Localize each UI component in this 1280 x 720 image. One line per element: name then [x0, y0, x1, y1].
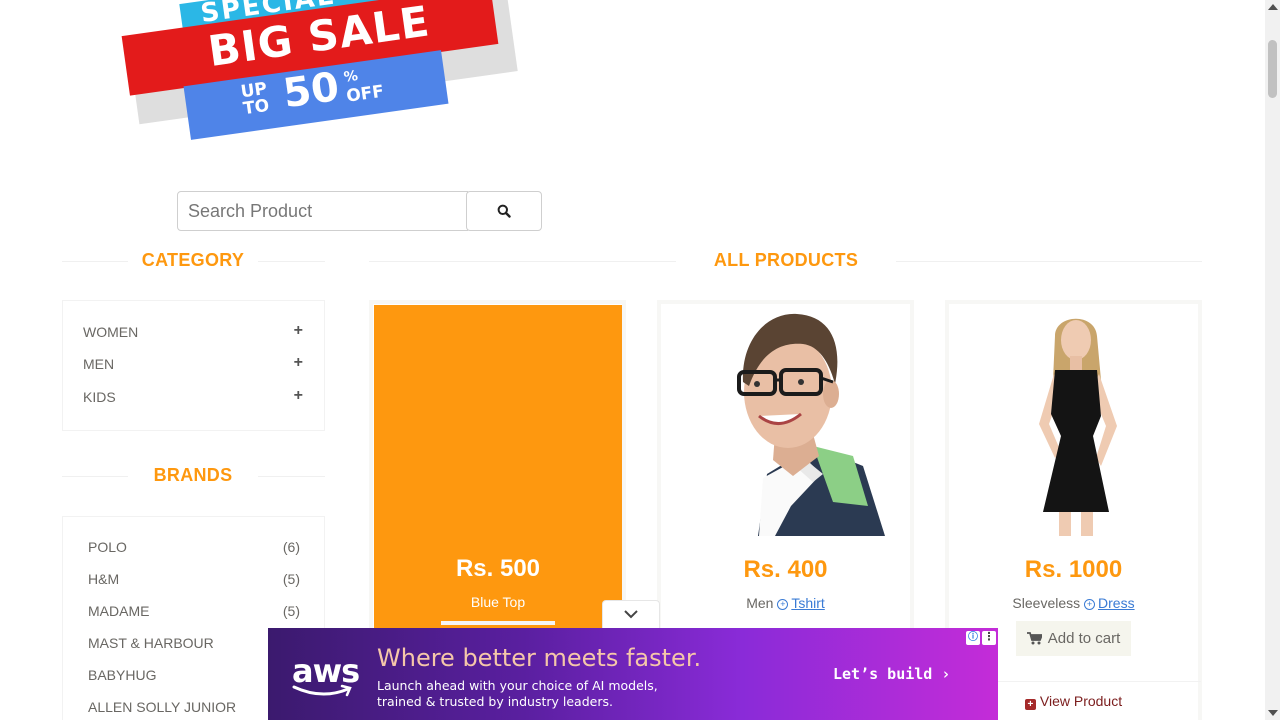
scroll-thumb[interactable] — [1268, 40, 1277, 98]
search-input[interactable] — [177, 191, 468, 231]
brand-count: (6) — [282, 539, 300, 555]
brand-name: BABYHUG — [88, 667, 157, 683]
plus-square-icon: + — [1024, 699, 1036, 710]
ad-subtext: trained & trusted by industry leaders. — [377, 694, 613, 709]
divider — [62, 261, 128, 262]
aws-smile-icon — [292, 684, 352, 697]
sale-banner[interactable]: SPECIAL BIG SALE UPTO 50 %OFF — [110, 0, 520, 140]
search-icon — [497, 204, 511, 218]
brand-madame[interactable]: MADAME (5) — [88, 603, 300, 623]
ad-cta-button[interactable]: Let’s build › — [833, 665, 950, 683]
divider — [258, 261, 325, 262]
product-category-link[interactable]: Tshirt — [791, 595, 824, 611]
divider — [369, 261, 676, 262]
product-name: Sleeveless + Dress — [1012, 595, 1135, 611]
ad-collapse-button[interactable] — [602, 600, 660, 628]
add-to-cart-button[interactable] — [441, 621, 555, 625]
category-label: KIDS — [83, 389, 116, 405]
search-button[interactable] — [466, 191, 542, 231]
category-women[interactable]: WOMEN + — [83, 322, 303, 344]
search-box — [177, 191, 542, 231]
plus-icon[interactable]: + — [294, 322, 303, 340]
scrollbar[interactable] — [1265, 0, 1280, 720]
product-name: Blue Top — [470, 594, 526, 610]
product-price: Rs. 400 — [743, 556, 828, 583]
brand-name: POLO — [88, 539, 127, 555]
brand-name: H&M — [88, 571, 120, 587]
divider — [62, 476, 128, 477]
brand-count: (5) — [282, 571, 300, 587]
brands-title: BRANDS — [153, 465, 233, 485]
add-to-cart-button[interactable]: Add to cart — [1016, 621, 1131, 656]
product-name: Men + Tshirt — [746, 595, 825, 611]
banner-off: % OFF — [342, 68, 386, 107]
category-men[interactable]: MEN + — [83, 354, 303, 376]
man-in-polo-photo — [663, 306, 910, 536]
woman-in-black-dress-photo — [951, 306, 1198, 536]
info-icon: + — [1084, 599, 1096, 610]
category-title: CATEGORY — [141, 250, 245, 270]
ad-info-icon[interactable]: ⓘ — [966, 631, 980, 645]
add-to-cart-label: Add to cart — [1047, 630, 1121, 647]
brand-name: MAST & HARBOUR — [88, 635, 214, 651]
ad-headline: Where better meets faster. — [377, 644, 702, 672]
category-panel: WOMEN + MEN + KIDS + — [62, 300, 325, 431]
banner-percent: 50 — [280, 63, 342, 118]
scroll-up-arrow[interactable] — [1268, 4, 1278, 10]
ad-menu-icon[interactable]: ⋮ — [982, 631, 996, 645]
info-icon: + — [777, 599, 789, 610]
brand-count: (5) — [282, 603, 300, 619]
brand-name: MADAME — [88, 603, 150, 619]
brand-name: ALLEN SOLLY JUNIOR — [88, 699, 237, 715]
product-price: Rs. 1000 — [1024, 556, 1123, 583]
product-price: Rs. 500 — [455, 555, 541, 582]
banner-up-to: UP TO — [239, 78, 271, 120]
brand-polo[interactable]: POLO (6) — [88, 539, 300, 559]
category-label: WOMEN — [83, 324, 139, 340]
shopping-cart-icon — [1026, 632, 1042, 645]
product-category-link[interactable]: Dress — [1098, 595, 1135, 611]
plus-icon[interactable]: + — [294, 354, 303, 372]
advertisement[interactable]: aws Where better meets faster. Launch ah… — [268, 628, 998, 720]
category-label: MEN — [83, 356, 115, 372]
scroll-down-arrow[interactable] — [1268, 710, 1278, 716]
page: SPECIAL BIG SALE UPTO 50 %OFF CATEGORY A… — [0, 0, 1280, 720]
plus-icon[interactable]: + — [294, 387, 303, 405]
category-kids[interactable]: KIDS + — [83, 387, 303, 409]
divider — [896, 261, 1202, 262]
ad-subtext: Launch ahead with your choice of AI mode… — [377, 678, 658, 693]
brand-hm[interactable]: H&M (5) — [88, 571, 300, 591]
divider — [258, 476, 325, 477]
all-products-title: ALL PRODUCTS — [713, 250, 859, 270]
chevron-down-icon — [624, 610, 638, 619]
